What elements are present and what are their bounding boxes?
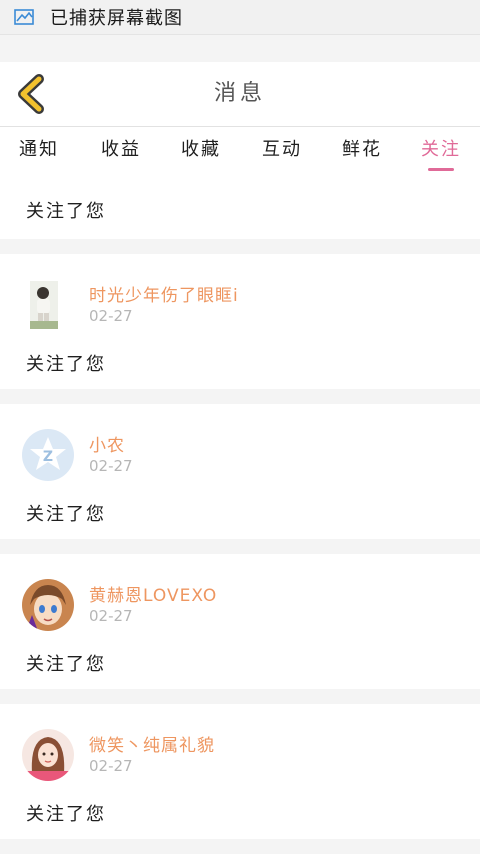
message-date: 02-27 (89, 757, 133, 775)
anime-girl-avatar (22, 579, 74, 631)
message-text: 关注了您 (26, 654, 106, 675)
app-header: 消息 (0, 62, 480, 127)
list-item: 关注了您 (0, 177, 480, 239)
message-date: 02-27 (89, 307, 133, 325)
tab-interactions[interactable]: 互动 (257, 127, 307, 177)
active-tab-indicator (428, 168, 454, 171)
message-date: 02-27 (89, 607, 133, 625)
message-text: 关注了您 (26, 504, 106, 525)
tab-label: 收藏 (181, 139, 221, 160)
tab-label: 通知 (19, 139, 59, 160)
status-bar: 已捕获屏幕截图 (0, 0, 480, 35)
tab-label: 互动 (262, 139, 302, 160)
avatar[interactable] (22, 579, 74, 631)
svg-text:Z: Z (43, 449, 53, 465)
list-item[interactable]: 微笑丶纯属礼貌 02-27 关注了您 (0, 704, 480, 839)
avatar[interactable] (22, 729, 74, 781)
girl-photo-avatar (22, 729, 74, 781)
tab-label: 鲜花 (342, 139, 382, 160)
user-name[interactable]: 小农 (89, 431, 125, 456)
tab-earnings[interactable]: 收益 (96, 127, 146, 177)
screenshot-icon (14, 8, 36, 26)
user-name[interactable]: 时光少年伤了眼眶i (89, 281, 239, 306)
user-name[interactable]: 黄赫恩LOVEXO (89, 581, 217, 606)
tab-label: 关注 (421, 139, 461, 160)
tab-flowers[interactable]: 鲜花 (337, 127, 387, 177)
list-item[interactable]: 时光少年伤了眼眶i 02-27 关注了您 (0, 254, 480, 389)
user-name[interactable]: 微笑丶纯属礼貌 (89, 731, 215, 756)
list-item[interactable]: Z 小农 02-27 关注了您 (0, 404, 480, 539)
message-date: 02-27 (89, 457, 133, 475)
avatar[interactable]: Z (22, 429, 74, 481)
avatar[interactable] (30, 281, 58, 329)
qzone-star-avatar: Z (22, 429, 74, 481)
tab-label: 收益 (101, 139, 141, 160)
tab-favorites[interactable]: 收藏 (176, 127, 226, 177)
message-text: 关注了您 (26, 804, 106, 825)
person-photo-avatar (30, 281, 58, 329)
list-item[interactable]: 黄赫恩LOVEXO 02-27 关注了您 (0, 554, 480, 689)
message-text: 关注了您 (26, 201, 106, 222)
page-title: 消息 (213, 81, 266, 106)
message-text: 关注了您 (26, 354, 106, 375)
tab-follows[interactable]: 关注 (416, 127, 466, 177)
tab-bar: 通知 收益 收藏 互动 鲜花 关注 (0, 127, 480, 177)
tab-notifications[interactable]: 通知 (14, 127, 64, 177)
status-text: 已捕获屏幕截图 (50, 8, 183, 29)
